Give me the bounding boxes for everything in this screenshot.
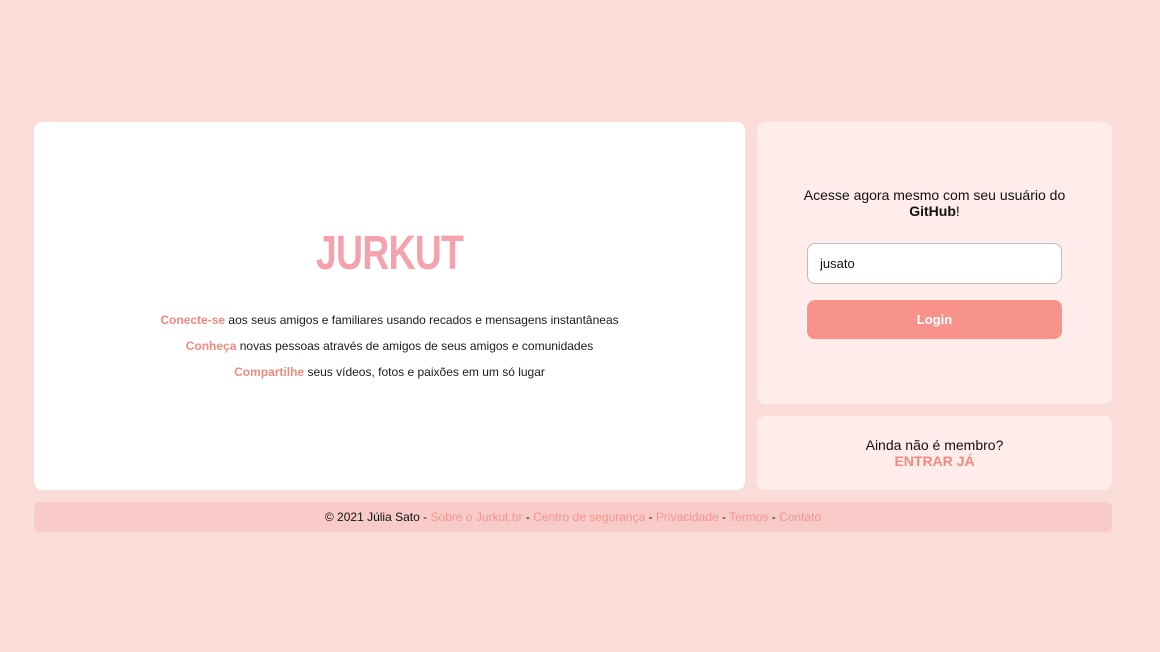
footer-separator: - xyxy=(768,510,780,524)
welcome-panel: JURKUT Conecte-se aos seus amigos e fami… xyxy=(34,122,745,490)
login-prompt-prefix: Acesse agora mesmo com seu usuário do xyxy=(803,187,1066,203)
github-username-input[interactable] xyxy=(807,243,1062,284)
signup-panel: Ainda não é membro? ENTRAR JÁ xyxy=(757,416,1112,490)
footer-link-about[interactable]: Sobre o Jurkut.br xyxy=(430,510,522,524)
tagline-text: novas pessoas através de amigos de seus … xyxy=(236,339,594,353)
jurkut-logo: JURKUT xyxy=(315,227,464,280)
tagline-connect: Conecte-se aos seus amigos e familiares … xyxy=(34,312,745,338)
footer-link-privacy[interactable]: Privacidade xyxy=(656,510,719,524)
login-prompt-suffix: ! xyxy=(955,203,960,219)
github-label: GitHub xyxy=(909,203,956,219)
tagline-text: seus vídeos, fotos e paixões em um só lu… xyxy=(304,365,545,379)
tagline-highlight: Compartilhe xyxy=(234,365,305,379)
signup-question: Ainda não é membro? xyxy=(865,437,1004,453)
footer-link-terms[interactable]: Termos xyxy=(729,510,768,524)
footer-separator: - xyxy=(718,510,730,524)
tagline-highlight: Conecte-se xyxy=(160,313,226,327)
footer-separator: - xyxy=(645,510,656,524)
login-button[interactable]: Login xyxy=(807,300,1062,339)
footer-copyright: © 2021 Júlia Sato xyxy=(324,510,420,524)
tagline-list: Conecte-se aos seus amigos e familiares … xyxy=(34,312,745,390)
footer-separator: - xyxy=(522,510,534,524)
tagline-meet: Conheça novas pessoas através de amigos … xyxy=(34,338,745,364)
footer: © 2021 Júlia Sato - Sobre o Jurkut.br - … xyxy=(34,502,1112,532)
tagline-highlight: Conheça xyxy=(185,339,237,353)
footer-link-contact[interactable]: Contato xyxy=(779,510,821,524)
footer-separator: - xyxy=(419,510,431,524)
footer-link-safety-center[interactable]: Centro de segurança xyxy=(533,510,645,524)
signup-link[interactable]: ENTRAR JÁ xyxy=(757,453,1112,469)
tagline-text: aos seus amigos e familiares usando reca… xyxy=(225,313,619,327)
login-panel: Acesse agora mesmo com seu usuário do Gi… xyxy=(757,122,1112,404)
login-prompt: Acesse agora mesmo com seu usuário do Gi… xyxy=(797,187,1072,219)
tagline-share: Compartilhe seus vídeos, fotos e paixões… xyxy=(34,364,745,390)
